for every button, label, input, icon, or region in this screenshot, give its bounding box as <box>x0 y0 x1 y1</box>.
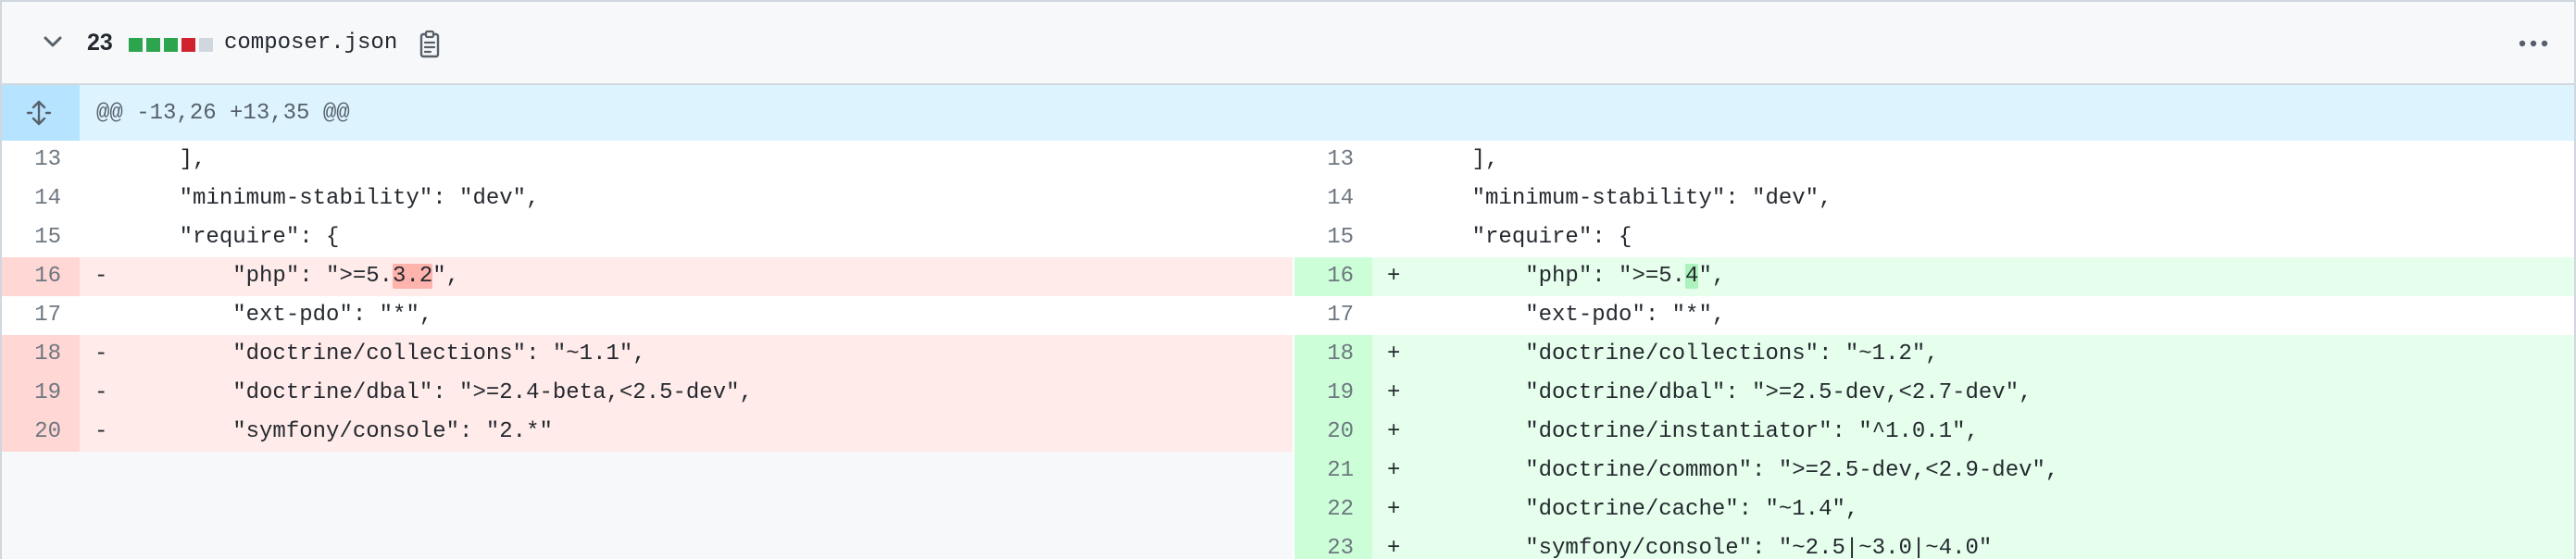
code-text: "symfony/console": "2.*" <box>126 419 553 444</box>
diff-marker: + <box>1387 264 1401 289</box>
line-number[interactable]: 13 <box>1294 141 1372 180</box>
line-number[interactable]: 17 <box>2 296 80 335</box>
hunk-header: @@ -13,26 +13,35 @@ <box>2 85 2574 141</box>
diffstat-block <box>129 38 143 52</box>
line-number[interactable]: 13 <box>2 141 80 180</box>
diff-line: 13 ], <box>1294 141 2574 180</box>
diff-line: 19 + "doctrine/dbal": ">=2.5-dev,<2.7-dev… <box>1294 374 2574 413</box>
code-text: "ext-pdo": "*", <box>126 303 433 328</box>
line-number[interactable]: 16 <box>1294 257 1372 296</box>
diff-marker: + <box>1387 497 1401 522</box>
diff-line: 17 "ext-pdo": "*", <box>1294 296 2574 335</box>
unfold-icon <box>26 100 52 126</box>
diff-marker: + <box>1387 536 1401 559</box>
line-number[interactable]: 20 <box>1294 413 1372 452</box>
diff-line: 23 + "symfony/console": "~2.5|~3.0|~4.0" <box>1294 529 2574 559</box>
code-text: "php": ">=5.3.2", <box>126 257 459 296</box>
file-name-link[interactable]: composer.json <box>224 31 397 56</box>
diff-line: 19- "doctrine/dbal": ">=2.4-beta,<2.5-de… <box>2 374 1294 413</box>
expand-hunk-button[interactable] <box>2 85 80 141</box>
diffstat-block <box>199 38 213 52</box>
code-text: ], <box>126 147 206 172</box>
code-segment: "php": ">=5. <box>1419 264 1686 289</box>
diffstat-block <box>181 38 195 52</box>
hunk-range-text: @@ -13,26 +13,35 @@ <box>96 101 350 126</box>
changed-word-highlight: 3.2 <box>393 264 433 289</box>
diff-line: 15 "require": { <box>1294 218 2574 257</box>
line-number[interactable]: 14 <box>2 180 80 218</box>
diff-line: 20- "symfony/console": "2.*" <box>2 413 1294 452</box>
code-segment: ", <box>1698 264 1726 289</box>
code-segment: "php": ">=5. <box>126 264 394 289</box>
diff-marker: - <box>94 380 108 405</box>
diff-line: 18- "doctrine/collections": "~1.1", <box>2 335 1294 374</box>
kebab-horizontal-icon[interactable] <box>2513 28 2554 59</box>
line-number[interactable]: 18 <box>1294 335 1372 374</box>
line-number[interactable]: 18 <box>2 335 80 374</box>
diff-marker: + <box>1387 458 1401 483</box>
diff-marker: - <box>94 419 108 444</box>
line-number[interactable]: 16 <box>2 257 80 296</box>
code-text: "require": { <box>1419 225 1632 250</box>
line-number[interactable]: 14 <box>1294 180 1372 218</box>
line-number[interactable]: 15 <box>2 218 80 257</box>
line-number[interactable]: 19 <box>2 374 80 413</box>
changed-word-highlight: 4 <box>1685 264 1699 289</box>
chevron-down-icon[interactable] <box>37 26 69 57</box>
code-text: "ext-pdo": "*", <box>1419 303 1726 328</box>
diff-line: 15 "require": { <box>2 218 1294 257</box>
code-text: "doctrine/cache": "~1.4", <box>1419 497 1859 522</box>
diff-file-container: 23 composer.json @@ -13,26 +13,35 @@ 13 … <box>0 0 2576 559</box>
code-text: "doctrine/collections": "~1.1", <box>126 342 646 366</box>
diffstat-block <box>164 38 178 52</box>
diff-marker: + <box>1387 419 1401 444</box>
diff-line: 16 + "php": ">=5.4", <box>1294 257 2574 296</box>
code-text: "symfony/console": "~2.5|~3.0|~4.0" <box>1419 536 1993 559</box>
diff-line: 13 ], <box>2 141 1294 180</box>
line-number[interactable]: 21 <box>1294 452 1372 491</box>
code-text: "doctrine/dbal": ">=2.5-dev,<2.7-dev", <box>1419 380 2032 405</box>
diff-line: 16- "php": ">=5.3.2", <box>2 257 1294 296</box>
diff-marker: - <box>94 264 108 289</box>
diffstat-block <box>146 38 160 52</box>
line-number[interactable]: 15 <box>1294 218 1372 257</box>
line-number[interactable]: 20 <box>2 413 80 452</box>
code-text: "doctrine/dbal": ">=2.4-beta,<2.5-dev", <box>126 380 753 405</box>
file-header: 23 composer.json <box>2 2 2574 85</box>
diff-line: 14 "minimum-stability": "dev", <box>1294 180 2574 218</box>
diff-marker: + <box>1387 342 1401 366</box>
code-text: "minimum-stability": "dev", <box>126 186 540 211</box>
code-segment: ", <box>432 264 460 289</box>
diff-line: 14 "minimum-stability": "dev", <box>2 180 1294 218</box>
code-text: "require": { <box>126 225 340 250</box>
diff-line: 22 + "doctrine/cache": "~1.4", <box>1294 491 2574 529</box>
diffstat-bar <box>129 38 213 52</box>
line-number[interactable]: 19 <box>1294 374 1372 413</box>
changes-count: 23 <box>87 30 113 56</box>
diff-right-pane: 13 ], 14 "minimum-stability": "dev", 15 "r… <box>1294 141 2574 559</box>
pane-divider <box>1293 141 1294 559</box>
diff-line: 17 "ext-pdo": "*", <box>2 296 1294 335</box>
line-number[interactable]: 17 <box>1294 296 1372 335</box>
code-text: "doctrine/common": ">=2.5-dev,<2.9-dev", <box>1419 458 2059 483</box>
diff-line: 18 + "doctrine/collections": "~1.2", <box>1294 335 2574 374</box>
code-text: ], <box>1419 147 1499 172</box>
code-text: "doctrine/instantiator": "^1.0.1", <box>1419 419 1979 444</box>
diff-marker: - <box>94 342 108 366</box>
copy-path-icon[interactable] <box>415 30 444 61</box>
line-number[interactable]: 23 <box>1294 529 1372 559</box>
line-number[interactable]: 22 <box>1294 491 1372 529</box>
code-text: "minimum-stability": "dev", <box>1419 186 1832 211</box>
diff-marker: + <box>1387 380 1401 405</box>
diff-left-pane: 13 ], 14 "minimum-stability": "dev", 15 "r… <box>2 141 1294 559</box>
diff-line: 21 + "doctrine/common": ">=2.5-dev,<2.9-d… <box>1294 452 2574 491</box>
code-text: "doctrine/collections": "~1.2", <box>1419 342 1939 366</box>
code-text: "php": ">=5.4", <box>1419 257 1725 296</box>
diff-line: 20 + "doctrine/instantiator": "^1.0.1", <box>1294 413 2574 452</box>
